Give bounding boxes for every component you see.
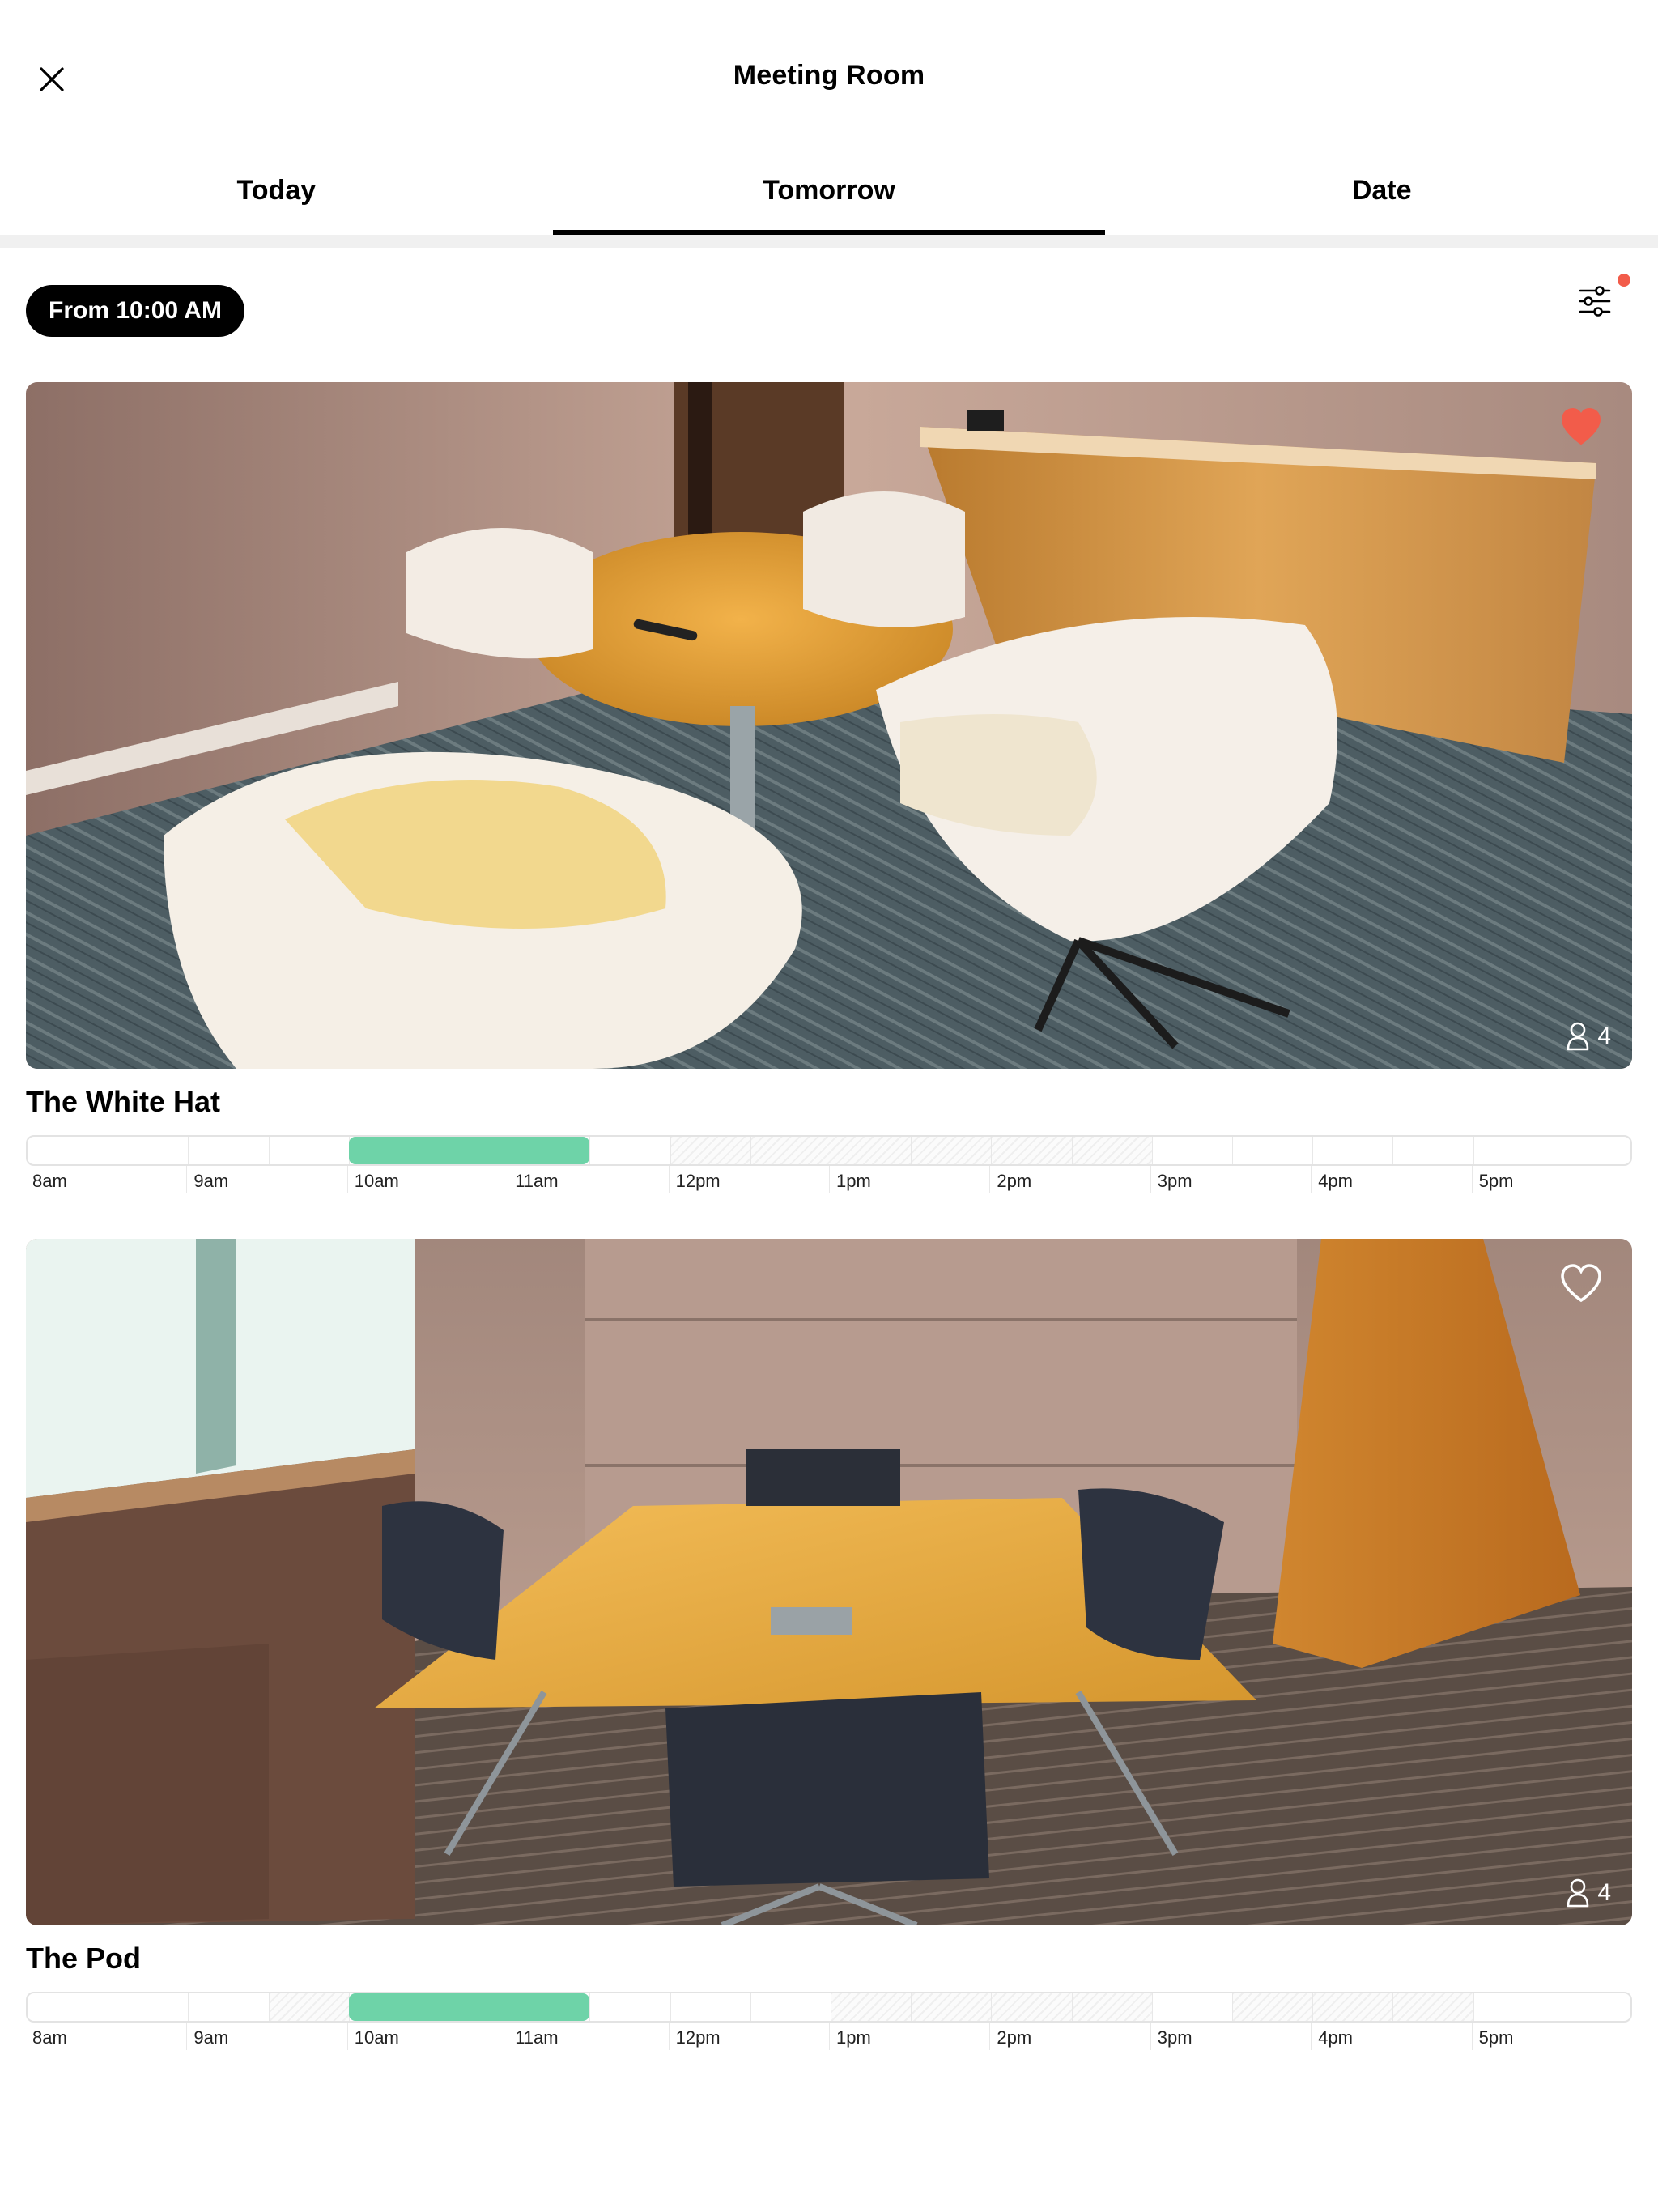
- timeline-hour-label: 2pm: [989, 2023, 1031, 2050]
- timeline-slot[interactable]: [108, 1993, 188, 2021]
- timeline-hour-labels: 8am 9am 10am 11am 12pm 1pm 2pm 3pm 4pm 5pm: [26, 1166, 1632, 1193]
- timeline-hour-labels: 8am 9am 10am 11am 12pm 1pm 2pm 3pm 4pm 5pm: [26, 2023, 1632, 2050]
- availability-timeline[interactable]: [26, 1992, 1632, 2023]
- timeline-slot[interactable]: [991, 1137, 1071, 1164]
- timeline-selected-range[interactable]: [348, 1993, 590, 2021]
- timeline-slot[interactable]: [188, 1137, 268, 1164]
- timeline-slot[interactable]: [1232, 1137, 1312, 1164]
- timeline-slot[interactable]: [1473, 1993, 1554, 2021]
- timeline-slot[interactable]: [1553, 1137, 1630, 1164]
- timeline-slot[interactable]: [911, 1993, 991, 2021]
- page-title: Meeting Room: [733, 60, 925, 91]
- timeline-hour-label: 8am: [32, 2027, 67, 2048]
- timeline-slot[interactable]: [268, 1993, 349, 2021]
- timeline-slot[interactable]: [268, 1137, 349, 1164]
- timeline-hour-label: 4pm: [1311, 2023, 1353, 2050]
- timeline-slot[interactable]: [670, 1993, 750, 2021]
- timeline-hour-label: 9am: [186, 2023, 228, 2050]
- room-name: The Pod: [26, 1942, 141, 1975]
- notification-dot: [1618, 274, 1630, 287]
- timeline-hour-label: 9am: [186, 1166, 228, 1193]
- tab-date[interactable]: Date: [1105, 159, 1658, 235]
- timeline-slot[interactable]: [1071, 1993, 1152, 2021]
- timeline-slot[interactable]: [750, 1137, 831, 1164]
- tab-bar: Today Tomorrow Date: [0, 159, 1658, 235]
- filters-button[interactable]: [1569, 272, 1630, 330]
- timeline-selected-range[interactable]: [348, 1137, 590, 1164]
- timeline-slot[interactable]: [1473, 1137, 1554, 1164]
- timeline-slot[interactable]: [1553, 1993, 1630, 2021]
- timeline-slot[interactable]: [911, 1137, 991, 1164]
- timeline-slot[interactable]: [108, 1137, 188, 1164]
- timeline-hour-label: 1pm: [829, 2023, 871, 2050]
- room-photo[interactable]: 4: [26, 1239, 1632, 1925]
- room-photo-scene: [26, 1239, 1632, 1925]
- timeline-hour-label: 10am: [346, 1166, 399, 1193]
- timeline-slot[interactable]: [750, 1993, 831, 2021]
- timeline-slot[interactable]: [1151, 1993, 1232, 2021]
- timeline-slot[interactable]: [831, 1993, 911, 2021]
- tab-today[interactable]: Today: [0, 159, 553, 235]
- timeline-hour-label: 5pm: [1471, 1166, 1513, 1193]
- timeline-slot[interactable]: [1151, 1137, 1232, 1164]
- timeline-hour-label: 12pm: [668, 1166, 721, 1193]
- room-photo[interactable]: 4: [26, 382, 1632, 1069]
- timeline-slot[interactable]: [1312, 1993, 1392, 2021]
- capacity-badge: 4: [1567, 1878, 1611, 1908]
- timeline-hour-label: 4pm: [1311, 1166, 1353, 1193]
- timeline-slot[interactable]: [1071, 1137, 1152, 1164]
- capacity-badge: 4: [1567, 1022, 1611, 1051]
- timeline-slot[interactable]: [589, 1993, 670, 2021]
- timeline-slot[interactable]: [1232, 1993, 1312, 2021]
- timeline-hour-label: 3pm: [1150, 1166, 1192, 1193]
- tab-divider: [0, 235, 1658, 248]
- timeline-slot[interactable]: [28, 1993, 108, 2021]
- room-card-the-pod: 4 The Pod 8am 9am 10am 11am 12pm 1pm 2pm 3pm 4pm…: [26, 1239, 1632, 2057]
- sliders-icon: [1579, 286, 1611, 317]
- timeline-slot[interactable]: [1392, 1137, 1473, 1164]
- timeline-slot[interactable]: [1392, 1993, 1473, 2021]
- timeline-hour-label: 10am: [346, 2023, 399, 2050]
- timeline-hour-label: 2pm: [989, 1166, 1031, 1193]
- room-card-white-hat: 4 The White Hat 8am 9am 10am 11am 12pm 1pm 2pm…: [26, 382, 1632, 1200]
- favorite-heart-icon[interactable]: [1558, 1260, 1605, 1307]
- timeline-hour-label: 1pm: [829, 1166, 871, 1193]
- timeline-hour-label: 12pm: [668, 2023, 721, 2050]
- timeline-slot[interactable]: [670, 1137, 750, 1164]
- timeline-hour-label: 5pm: [1471, 2023, 1513, 2050]
- time-filter-pill[interactable]: From 10:00 AM: [26, 285, 244, 337]
- timeline-hour-label: 3pm: [1150, 2023, 1192, 2050]
- capacity-count: 4: [1597, 1879, 1611, 1906]
- favorite-heart-icon[interactable]: [1558, 403, 1605, 450]
- capacity-count: 4: [1597, 1023, 1611, 1049]
- timeline-hour-label: 8am: [32, 1171, 67, 1191]
- person-icon: [1567, 1022, 1589, 1051]
- person-icon: [1567, 1878, 1589, 1908]
- timeline-hour-label: 11am: [508, 2023, 559, 2050]
- timeline-slot[interactable]: [589, 1137, 670, 1164]
- timeline-hour-label: 11am: [508, 1166, 559, 1193]
- room-photo-scene: [26, 382, 1632, 1069]
- timeline-slot[interactable]: [991, 1993, 1071, 2021]
- timeline-slot[interactable]: [831, 1137, 911, 1164]
- header: Meeting Room: [0, 0, 1658, 159]
- tab-tomorrow[interactable]: Tomorrow: [552, 159, 1106, 235]
- timeline-slot[interactable]: [188, 1993, 268, 2021]
- timeline-slot[interactable]: [28, 1137, 108, 1164]
- availability-timeline[interactable]: [26, 1135, 1632, 1166]
- timeline-slot[interactable]: [1312, 1137, 1392, 1164]
- room-name: The White Hat: [26, 1085, 220, 1118]
